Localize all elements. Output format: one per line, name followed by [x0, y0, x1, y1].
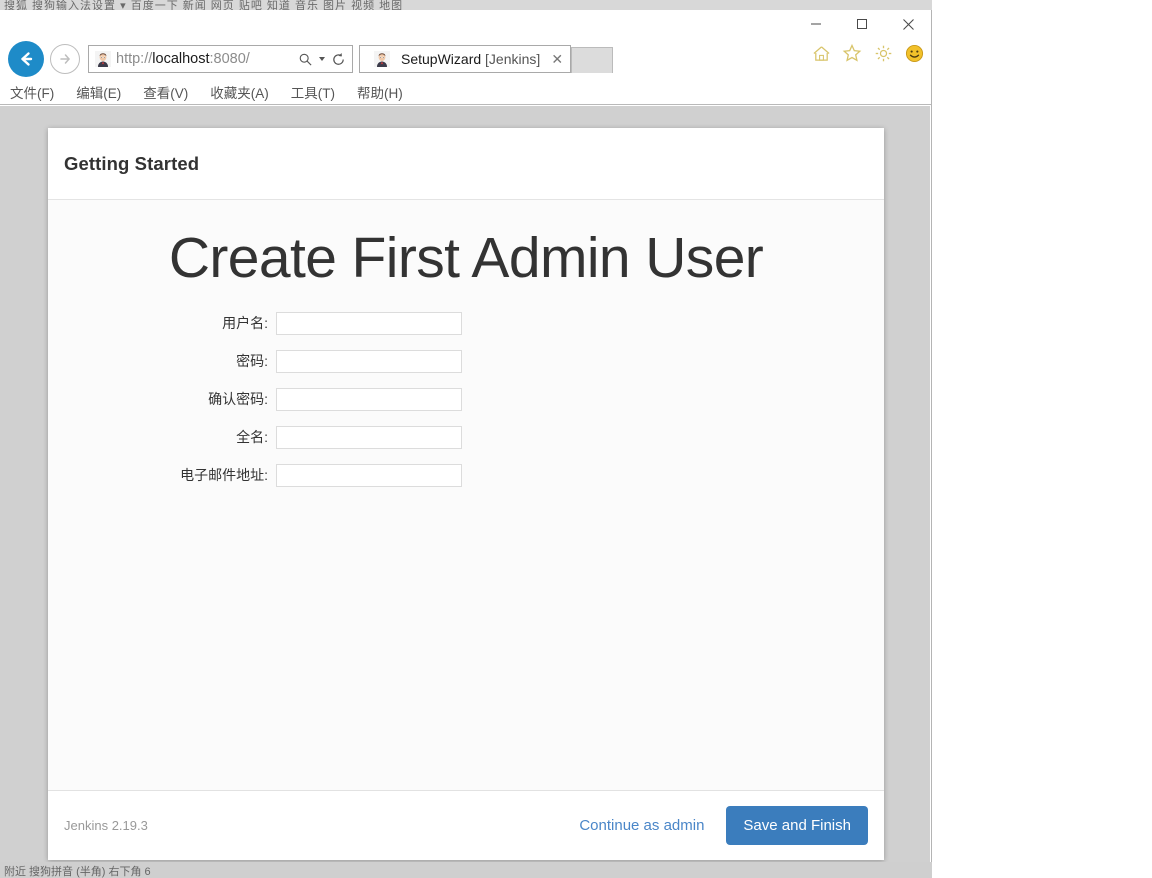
- menu-tools[interactable]: 工具(T): [291, 82, 335, 102]
- close-button[interactable]: [885, 10, 931, 38]
- password-confirm-label: 确认密码:: [208, 391, 268, 408]
- continue-as-admin-link[interactable]: Continue as admin: [579, 817, 704, 834]
- settings-gear-icon: [875, 45, 891, 61]
- email-input[interactable]: [276, 463, 462, 487]
- chevron-down-icon[interactable]: [319, 57, 325, 61]
- page-viewport: Getting Started Create First Admin User …: [0, 106, 930, 862]
- fullname-label: 全名:: [236, 429, 268, 446]
- menu-file[interactable]: 文件(F): [10, 82, 54, 102]
- jenkins-butler-icon: [95, 51, 111, 67]
- forward-button[interactable]: [50, 44, 80, 74]
- form-row-fullname: 全名:: [48, 425, 884, 449]
- menu-favorites[interactable]: 收藏夹(A): [210, 82, 269, 102]
- jenkins-version: Jenkins 2.19.3: [64, 818, 148, 833]
- browser-titlebar: [0, 10, 931, 38]
- favorites-star-icon: [842, 43, 862, 62]
- new-tab-button[interactable]: [571, 47, 614, 73]
- form-row-password-confirm: 确认密码:: [48, 387, 884, 411]
- window-controls: [793, 10, 931, 38]
- feedback-smiley-icon: [905, 44, 923, 62]
- back-button[interactable]: [8, 41, 44, 77]
- favorites-button[interactable]: [841, 42, 863, 64]
- form-row-username: 用户名:: [48, 311, 884, 335]
- tab-setupwizard[interactable]: SetupWizard [Jenkins] ✕: [359, 45, 572, 73]
- tab-title: SetupWizard [Jenkins]: [401, 51, 541, 67]
- password-input[interactable]: [276, 349, 462, 373]
- dialog-header-title: Getting Started: [64, 152, 200, 174]
- form-row-email: 电子邮件地址:: [48, 463, 884, 487]
- minimize-button[interactable]: [793, 10, 839, 38]
- home-button[interactable]: [810, 42, 832, 64]
- minimize-icon: [811, 23, 821, 25]
- admin-user-form: 用户名: 密码: 确认密码: 全名: 电子邮件地址:: [48, 311, 884, 487]
- desktop-background-top-strip: 搜狐 搜狗输入法设置 ▾ 百度一下 新闻 网页 贴吧 知道 音乐 图片 视频 地…: [0, 0, 932, 10]
- password-confirm-input[interactable]: [276, 387, 462, 411]
- arrow-left-icon: [21, 52, 33, 66]
- arrow-right-icon: [60, 54, 70, 64]
- desktop-ghost-text-top: 搜狐 搜狗输入法设置 ▾ 百度一下 新闻 网页 贴吧 知道 音乐 图片 视频 地…: [4, 0, 404, 10]
- username-input[interactable]: [276, 311, 462, 335]
- maximize-button[interactable]: [839, 10, 885, 38]
- search-icon[interactable]: [298, 52, 313, 67]
- email-label: 电子邮件地址:: [180, 467, 268, 484]
- dialog-header: Getting Started: [48, 128, 884, 200]
- settings-button[interactable]: [872, 42, 894, 64]
- footer-actions: Continue as admin Save and Finish: [579, 806, 868, 845]
- address-bar-icons: [298, 52, 352, 67]
- browser-toolbar-right: [810, 42, 925, 64]
- jenkins-butler-icon: [374, 51, 390, 67]
- tab-strip: SetupWizard [Jenkins] ✕: [359, 45, 614, 73]
- tab-close-icon[interactable]: ✕: [548, 50, 566, 68]
- menu-help[interactable]: 帮助(H): [357, 82, 403, 102]
- username-label: 用户名:: [222, 315, 268, 332]
- desktop-ghost-text-bottom: 附近 搜狗拼音 (半角) 右下角 6: [4, 866, 151, 878]
- maximize-icon: [857, 19, 867, 29]
- browser-navigation-bar: http://localhost:8080/ SetupWizard [Jenk…: [0, 38, 931, 80]
- feedback-button[interactable]: [903, 42, 925, 64]
- form-row-password: 密码:: [48, 349, 884, 373]
- desktop-background-bottom-strip: 附近 搜狗拼音 (半角) 右下角 6: [0, 862, 932, 878]
- refresh-icon[interactable]: [331, 52, 346, 67]
- address-bar-url: http://localhost:8080/: [116, 51, 250, 67]
- browser-window: http://localhost:8080/ SetupWizard [Jenk…: [0, 10, 932, 862]
- save-and-finish-button[interactable]: Save and Finish: [726, 806, 868, 845]
- setup-wizard-dialog: Getting Started Create First Admin User …: [48, 128, 884, 860]
- menu-edit[interactable]: 编辑(E): [76, 82, 121, 102]
- dialog-body: Create First Admin User 用户名: 密码: 确认密码: 全…: [48, 200, 884, 790]
- page-title: Create First Admin User: [168, 226, 764, 290]
- fullname-input[interactable]: [276, 425, 462, 449]
- menu-view[interactable]: 查看(V): [143, 82, 188, 102]
- address-bar[interactable]: http://localhost:8080/: [88, 45, 353, 73]
- browser-menu-bar: 文件(F) 编辑(E) 查看(V) 收藏夹(A) 工具(T) 帮助(H): [0, 80, 931, 105]
- close-icon: [902, 18, 914, 30]
- dialog-footer: Jenkins 2.19.3 Continue as admin Save an…: [48, 790, 884, 860]
- home-icon: [812, 45, 830, 61]
- password-label: 密码:: [236, 353, 268, 370]
